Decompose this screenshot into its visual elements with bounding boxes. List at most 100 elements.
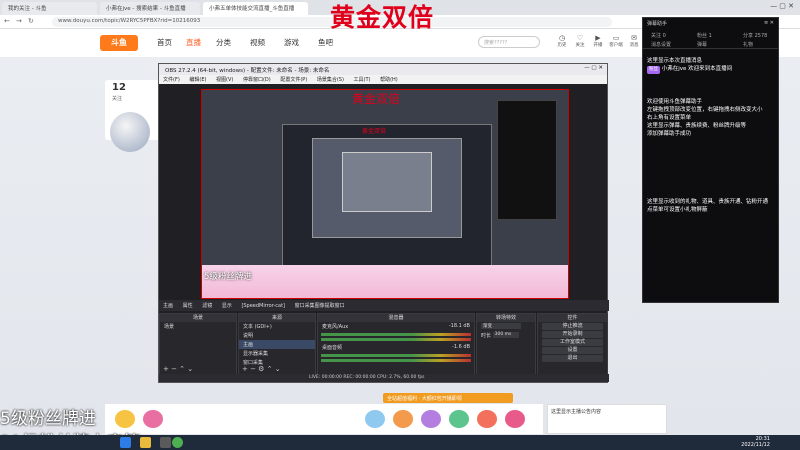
source-item[interactable]: 主画	[239, 340, 315, 349]
menu-icon[interactable]: ≡ ✕	[764, 20, 774, 26]
mixer-channel: 桌面音频 -1.6 dB	[322, 344, 470, 351]
preview-chat	[497, 100, 557, 220]
avatar[interactable]	[110, 112, 150, 152]
nav-yuba[interactable]: 鱼吧	[318, 37, 333, 48]
gift-icon[interactable]	[115, 410, 135, 428]
dock-title: 控件	[538, 314, 607, 322]
nav-video[interactable]: 视频	[250, 37, 265, 48]
chat-message: 粉丝 小弗在jve 欢迎来到本直播间	[647, 66, 733, 74]
chat-message: 左键拖拽顶部改变位置，右键拖拽右侧改变大小	[647, 107, 763, 113]
tab-danmu[interactable]: 弹幕	[697, 41, 707, 48]
gift-icon[interactable]	[365, 410, 385, 428]
taskbar: 20:31 2022/11/12	[0, 435, 800, 450]
dock-title: 混音器	[318, 314, 474, 322]
broadcast-icon[interactable]: ▶ 开播	[591, 34, 605, 48]
system-clock[interactable]: 20:31 2022/11/12	[741, 436, 770, 448]
capture-method[interactable]: 窗口采集图像提取窗口	[295, 303, 345, 309]
scenes-dock: 场景 场景 + − ⌃ ⌄	[159, 313, 237, 375]
stat-fans: 粉丝 1	[697, 33, 712, 39]
message-icon[interactable]: ✉ 消息	[627, 34, 641, 48]
source-item[interactable]: 显示器采集	[239, 349, 315, 358]
controls-dock: 控件 停止推流 开始录制 工作室模式 设置 退出	[537, 313, 608, 375]
nav-category[interactable]: 分类	[216, 37, 231, 48]
menu-tools[interactable]: 工具(T)	[354, 77, 371, 83]
screen: 我的关注 - 斗鱼 小弗在jve - 搜索结果 - 斗鱼直播 小弗五单体技能交流…	[0, 0, 800, 450]
menu-docks[interactable]: 停靠窗口(D)	[243, 77, 271, 83]
volume-meter	[321, 333, 471, 336]
nav-live[interactable]: 直播	[186, 37, 201, 48]
exit-button[interactable]: 退出	[542, 355, 603, 362]
client-icon[interactable]: ▭ 客户端	[609, 34, 623, 48]
menu-edit[interactable]: 编辑(E)	[189, 77, 206, 83]
start-recording-button[interactable]: 开始录制	[542, 331, 603, 338]
menu-scene-collection[interactable]: 场景集合(S)	[317, 77, 344, 83]
gift-icon[interactable]	[449, 410, 469, 428]
menu-view[interactable]: 视图(V)	[216, 77, 233, 83]
chat-message: 这里显示弹幕、贵族续费、粉丝牌升级等	[647, 123, 747, 129]
preview-fans-text: 5级粉丝牌进	[204, 272, 252, 282]
nav-home[interactable]: 首页	[157, 37, 172, 48]
sources-dock: 来源 文本 (GDI+) 说明 主画 显示器采集 窗口采集 + − ⚙ ⌃ ⌄	[238, 313, 316, 375]
browser-tab[interactable]: 小弗在jve - 搜索结果 - 斗鱼直播	[100, 2, 200, 15]
nav-games[interactable]: 游戏	[284, 37, 299, 48]
stop-streaming-button[interactable]: 停止推流	[542, 323, 603, 330]
add-remove-icons[interactable]: + − ⌃ ⌄	[163, 365, 193, 373]
menu-help[interactable]: 帮助(H)	[380, 77, 398, 83]
add-remove-icons[interactable]: + − ⚙ ⌃ ⌄	[242, 365, 281, 373]
studio-mode-button[interactable]: 工作室模式	[542, 339, 603, 346]
taskbar-app-icon[interactable]	[120, 437, 131, 448]
search-input[interactable]: 搜索?????	[478, 36, 540, 48]
transitions-dock: 转场特效 渐变 时长 300 ms	[476, 313, 536, 375]
browser-tab[interactable]: 我的关注 - 斗鱼	[2, 2, 97, 15]
transition-select[interactable]: 渐变	[477, 322, 535, 331]
follow-icon[interactable]: ♡ 关注	[573, 34, 587, 48]
preview-banner	[202, 265, 568, 298]
obs-preview[interactable]: 黄金双倍 黄金双倍 5级粉丝牌进	[201, 89, 569, 299]
tab-settings[interactable]: 消息设置	[651, 41, 671, 48]
menu-file[interactable]: 文件(F)	[163, 77, 180, 83]
chat-message: 这里显示收到的礼物、道具、贵族开通、钻粉开通	[647, 199, 769, 205]
browser-tab-active[interactable]: 小弗五单体技能交流直播_斗鱼直播	[203, 2, 308, 15]
back-icon[interactable]: ←	[4, 17, 10, 25]
follow-count-label: 关注	[112, 96, 123, 102]
stat-follow: 关注 0	[651, 33, 666, 39]
chat-message: 添加弹幕助手成功	[647, 131, 692, 137]
fan-badge: 粉丝	[647, 66, 660, 74]
tab-gifts[interactable]: 礼物	[743, 41, 753, 48]
follow-count: 12	[112, 82, 126, 93]
transition-duration[interactable]: 时长 300 ms	[477, 331, 535, 340]
tab-label: 小弗在jve - 搜索结果 - 斗鱼直播	[106, 6, 186, 12]
scene-item[interactable]: 场景	[160, 322, 236, 331]
gift-icon[interactable]	[505, 410, 525, 428]
gift-icon[interactable]	[143, 410, 163, 428]
settings-button[interactable]: 设置	[542, 347, 603, 354]
properties-button[interactable]: 属性	[183, 303, 193, 309]
fans-text-line1: 5级粉丝牌进	[0, 409, 96, 429]
filters-button[interactable]: 滤镜	[202, 303, 212, 309]
reload-icon[interactable]: ↻	[28, 17, 34, 25]
history-icon[interactable]: ◷ 历史	[555, 34, 569, 48]
chat-message: 这里显示本次直播消息	[647, 58, 703, 64]
gift-icon[interactable]	[477, 410, 497, 428]
gift-icon[interactable]	[393, 410, 413, 428]
taskbar-app-icon[interactable]	[140, 437, 151, 448]
gift-icon[interactable]	[421, 410, 441, 428]
window-controls[interactable]: — ▢ ✕	[584, 65, 603, 71]
menu-profile[interactable]: 配置文件(P)	[280, 77, 307, 83]
tab-label: 我的关注 - 斗鱼	[8, 6, 47, 12]
taskbar-app-icon[interactable]	[160, 437, 171, 448]
display-label: 显示	[221, 303, 232, 309]
source-item[interactable]: 说明	[239, 331, 315, 340]
window-controls[interactable]: — ▢ ✕	[770, 2, 794, 10]
obs-titlebar[interactable]: OBS 27.2.4 (64-bit, windows) - 配置文件: 未命名…	[159, 64, 607, 75]
obs-docks: 场景 场景 + − ⌃ ⌄ 来源 文本 (GDI+) 说明 主画 显示器采集 窗…	[159, 313, 609, 375]
display-select[interactable]: [SpeedMirror-cat]	[241, 303, 285, 309]
obs-window: OBS 27.2.4 (64-bit, windows) - 配置文件: 未命名…	[158, 63, 609, 383]
source-item[interactable]: 文本 (GDI+)	[239, 322, 315, 331]
site-logo[interactable]: 斗鱼	[100, 35, 138, 51]
forward-icon[interactable]: →	[16, 17, 22, 25]
chat-message: 右上角有设置菜单	[647, 115, 692, 121]
chat-header[interactable]: 弹幕助手 ≡ ✕	[643, 18, 778, 29]
chrome-icon[interactable]	[172, 437, 183, 448]
promo-banner[interactable]: 全站超值福利 · 大额红包开播即领	[383, 393, 513, 403]
